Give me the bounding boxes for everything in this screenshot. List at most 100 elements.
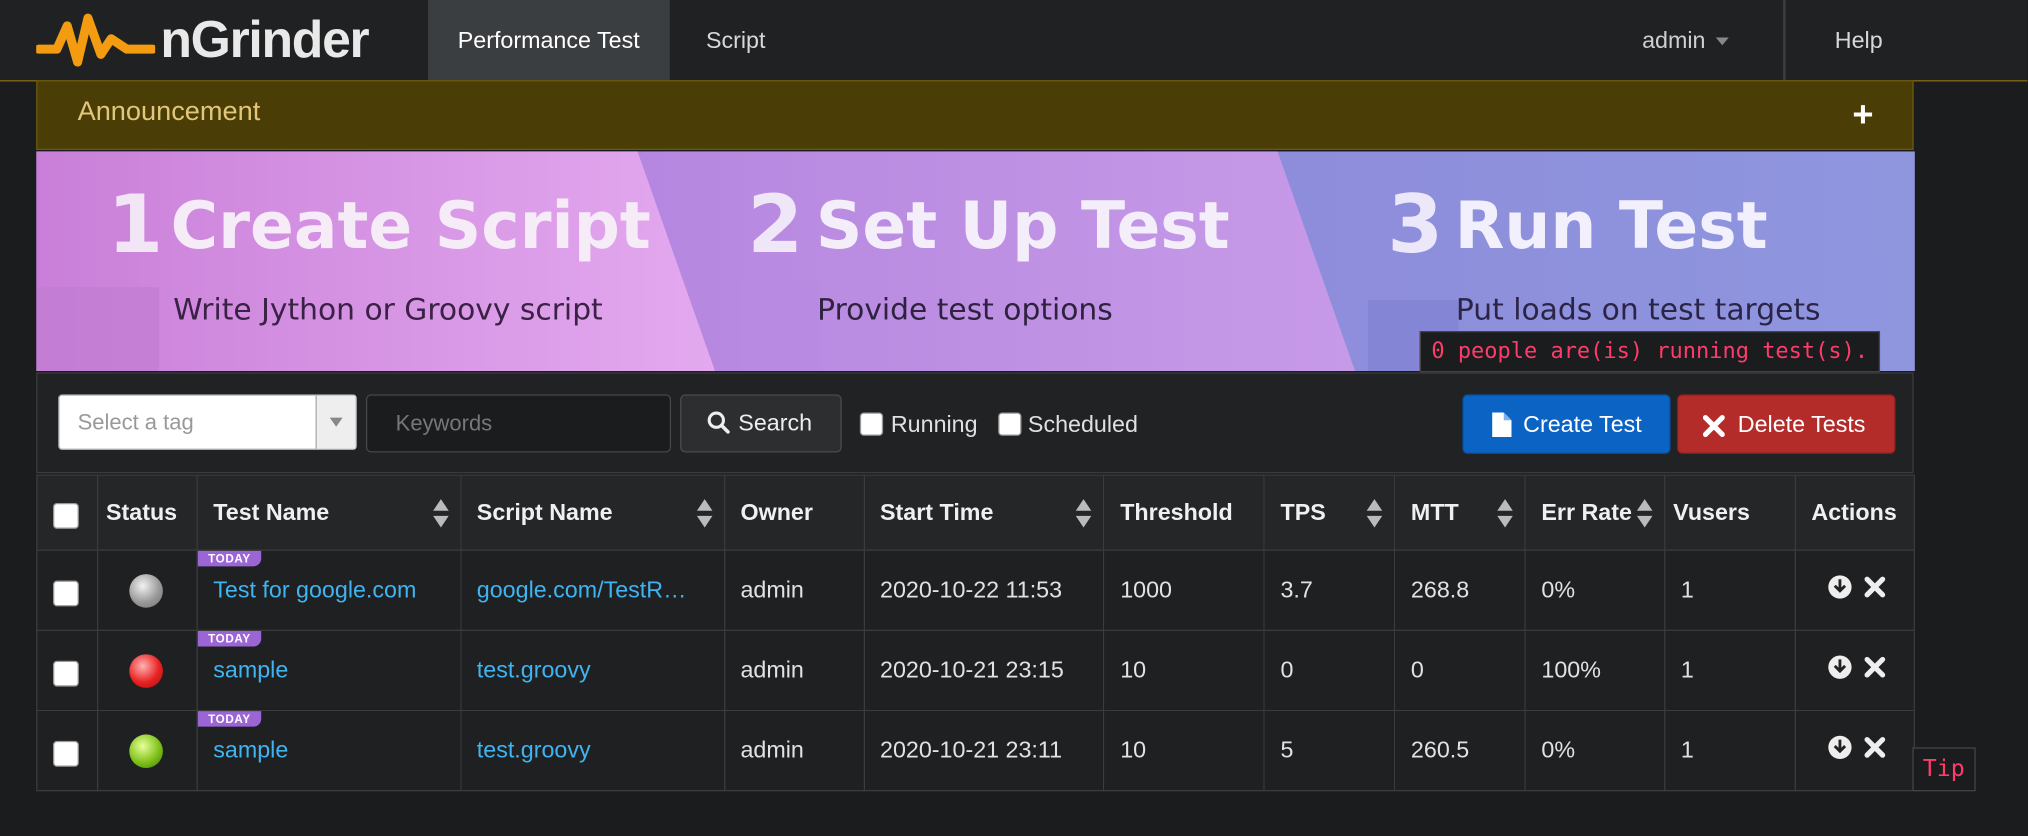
status-ready-icon[interactable] xyxy=(129,573,163,608)
step-2-number: 2 xyxy=(747,178,803,271)
script-name-link[interactable]: test.groovy xyxy=(459,709,725,792)
row-checkbox[interactable] xyxy=(53,740,79,767)
test-name-link[interactable]: sample xyxy=(213,737,288,763)
delete-icon[interactable] xyxy=(1863,575,1886,598)
sort-icon[interactable] xyxy=(432,499,449,530)
user-menu[interactable]: admin xyxy=(1642,0,1729,80)
vusers-cell: 1 xyxy=(1664,709,1796,792)
search-icon xyxy=(707,411,730,434)
tab-performance-test[interactable]: Performance Test xyxy=(427,0,670,81)
running-checkbox[interactable] xyxy=(859,412,884,436)
header-vusers[interactable]: Vusers xyxy=(1664,474,1796,551)
row-select-cell xyxy=(36,629,99,712)
table-row: TODAY sample test.groovy admin 2020-10-21… xyxy=(36,629,1915,712)
threshold-cell: 10 xyxy=(1103,629,1265,712)
err-rate-cell: 0% xyxy=(1524,549,1666,631)
mtt-cell: 260.5 xyxy=(1394,709,1526,792)
owner-cell: admin xyxy=(723,549,865,631)
script-name-link[interactable]: test.groovy xyxy=(459,629,725,712)
header-threshold[interactable]: Threshold xyxy=(1103,474,1265,551)
close-icon xyxy=(1702,415,1725,438)
delete-icon[interactable] xyxy=(1863,736,1886,759)
brand-logo[interactable]: nGrinder xyxy=(36,8,370,73)
tag-select-placeholder: Select a tag xyxy=(77,409,194,435)
delete-icon[interactable] xyxy=(1863,656,1886,679)
step-2-title: Set Up Test xyxy=(816,189,1230,264)
row-select-cell xyxy=(36,549,99,631)
row-checkbox[interactable] xyxy=(53,579,79,606)
table-row: TODAY sample test.groovy admin 2020-10-21… xyxy=(36,709,1915,792)
actions-cell xyxy=(1794,629,1915,712)
header-tps-label: TPS xyxy=(1280,499,1326,525)
user-name: admin xyxy=(1642,27,1706,54)
vusers-cell: 1 xyxy=(1664,629,1796,712)
test-name-link[interactable]: sample xyxy=(213,657,288,683)
test-name-cell[interactable]: TODAY sample xyxy=(196,709,462,792)
test-name-link[interactable]: Test for google.com xyxy=(213,577,416,603)
owner-cell: admin xyxy=(723,629,865,712)
header-tps[interactable]: TPS xyxy=(1263,474,1396,551)
filter-toolbar: Select a tag Search Running Scheduled Cr… xyxy=(36,372,1914,474)
actions-cell xyxy=(1794,709,1915,792)
chevron-down-icon[interactable] xyxy=(315,395,356,449)
step-1-title: Create Script xyxy=(171,189,651,264)
test-name-cell[interactable]: TODAY Test for google.com xyxy=(196,549,462,631)
download-report-icon[interactable] xyxy=(1827,734,1853,760)
mtt-cell: 0 xyxy=(1394,629,1526,712)
actions-cell xyxy=(1794,549,1915,631)
threshold-cell: 1000 xyxy=(1103,549,1265,631)
header-status[interactable]: Status xyxy=(96,474,198,551)
header-test-name[interactable]: Test Name xyxy=(196,474,462,551)
delete-tests-label: Delete Tests xyxy=(1737,411,1866,438)
tps-cell: 5 xyxy=(1263,709,1396,792)
test-list-table: Status Test Name Script Name Owner Start… xyxy=(36,474,1915,792)
tab-script[interactable]: Script xyxy=(676,0,795,80)
start-time-cell: 2020-10-21 23:15 xyxy=(863,629,1105,712)
sort-icon[interactable] xyxy=(1076,499,1092,530)
table-row: TODAY Test for google.com google.com/Test… xyxy=(36,549,1915,631)
header-start-time-label: Start Time xyxy=(880,499,994,525)
announcement-panel: Announcement + xyxy=(36,80,1914,150)
header-actions: Actions xyxy=(1794,474,1915,551)
tag-select[interactable]: Select a tag xyxy=(58,394,357,450)
download-report-icon[interactable] xyxy=(1827,574,1853,600)
status-cell xyxy=(96,709,198,792)
header-owner[interactable]: Owner xyxy=(723,474,865,551)
running-label: Running xyxy=(890,411,978,438)
keywords-input[interactable] xyxy=(365,394,672,453)
script-name-link[interactable]: google.com/TestR… xyxy=(459,549,725,631)
tip-button[interactable]: Tip xyxy=(1912,747,1976,792)
header-script-name[interactable]: Script Name xyxy=(459,474,725,551)
download-report-icon[interactable] xyxy=(1827,654,1853,680)
select-all-header xyxy=(36,474,99,551)
status-finished-icon[interactable] xyxy=(129,733,163,768)
header-err-rate[interactable]: Err Rate xyxy=(1524,474,1666,551)
sort-icon[interactable] xyxy=(1497,499,1513,530)
sort-icon[interactable] xyxy=(1636,499,1653,530)
header-mtt[interactable]: MTT xyxy=(1394,474,1526,551)
header-start-time[interactable]: Start Time xyxy=(863,474,1105,551)
status-cell xyxy=(96,629,198,712)
create-test-button[interactable]: Create Test xyxy=(1462,394,1671,454)
sort-icon[interactable] xyxy=(1366,499,1383,530)
vusers-cell: 1 xyxy=(1664,549,1796,631)
select-all-checkbox[interactable] xyxy=(53,502,79,529)
expand-plus-icon[interactable]: + xyxy=(1852,94,1873,135)
row-checkbox[interactable] xyxy=(53,660,79,686)
help-link[interactable]: Help xyxy=(1835,0,1883,80)
today-badge: TODAY xyxy=(197,630,262,647)
step-3-title: Run Test xyxy=(1455,189,1768,264)
step-2-subtitle: Provide test options xyxy=(817,292,1113,327)
status-error-icon[interactable] xyxy=(129,653,163,688)
scheduled-checkbox[interactable] xyxy=(998,412,1022,436)
header-mtt-label: MTT xyxy=(1410,499,1459,525)
step-3-subtitle: Put loads on test targets xyxy=(1456,292,1821,327)
start-time-cell: 2020-10-21 23:11 xyxy=(863,709,1105,792)
sort-icon[interactable] xyxy=(696,499,713,530)
test-name-cell[interactable]: TODAY sample xyxy=(196,629,462,712)
search-button[interactable]: Search xyxy=(680,394,842,453)
delete-tests-button[interactable]: Delete Tests xyxy=(1677,394,1896,454)
err-rate-cell: 0% xyxy=(1524,709,1666,792)
create-test-label: Create Test xyxy=(1523,411,1642,438)
status-cell xyxy=(96,549,198,631)
